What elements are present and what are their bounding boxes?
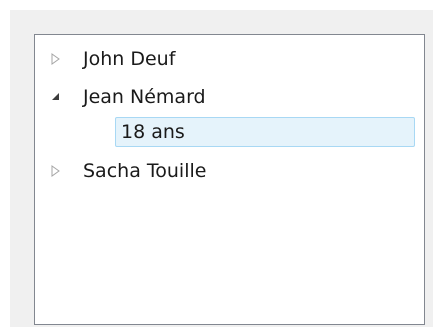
tree-view[interactable]: John Deuf Jean Némard 18 ans Sacha Touil… [34, 34, 425, 325]
window-background: John Deuf Jean Némard 18 ans Sacha Touil… [10, 10, 433, 327]
tree-item-label: Jean Némard [83, 86, 206, 108]
tree-item-label: John Deuf [83, 48, 176, 70]
collapsed-arrow-icon[interactable] [49, 43, 63, 75]
tree-item-selected-child[interactable]: 18 ans [115, 117, 415, 147]
tree-item-label: Sacha Touille [83, 160, 207, 182]
collapsed-arrow-icon[interactable] [49, 155, 63, 187]
expanded-arrow-icon[interactable] [49, 81, 63, 113]
